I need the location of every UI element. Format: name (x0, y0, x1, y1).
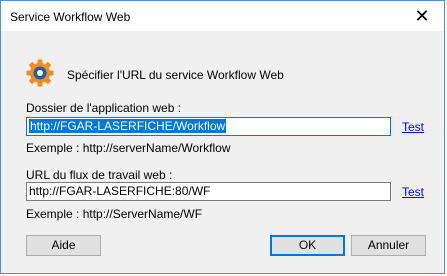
dialog-window: Service Workflow Web ✕ Spécifier l'URL d… (0, 0, 445, 274)
flow-test-link[interactable]: Test (402, 185, 424, 199)
cancel-button[interactable]: Annuler (351, 235, 426, 256)
webapp-folder-value: http://FGAR-LASERFICHE/Workflow (29, 119, 227, 133)
flow-example: Exemple : http://ServerName/WF (26, 207, 203, 221)
ok-button[interactable]: OK (270, 235, 345, 256)
title-bar: Service Workflow Web ✕ (1, 1, 444, 31)
window-title: Service Workflow Web (10, 10, 131, 24)
help-button[interactable]: Aide (26, 235, 101, 256)
flow-url-value: http://FGAR-LASERFICHE:80/WF (29, 184, 211, 198)
dialog-content: Spécifier l'URL du service Workflow Web … (1, 31, 444, 275)
webapp-test-link[interactable]: Test (402, 120, 424, 134)
webapp-folder-label: Dossier de l'application web : (26, 101, 182, 115)
header-text: Spécifier l'URL du service Workflow Web (67, 68, 284, 82)
gear-icon (26, 59, 54, 87)
flow-url-label: URL du flux de travail web : (26, 168, 173, 182)
webapp-folder-input[interactable]: http://FGAR-LASERFICHE/Workflow (26, 117, 391, 136)
flow-url-input[interactable]: http://FGAR-LASERFICHE:80/WF (26, 182, 391, 201)
webapp-example: Exemple : http://serverName/Workflow (26, 141, 231, 155)
close-icon[interactable]: ✕ (408, 3, 436, 29)
